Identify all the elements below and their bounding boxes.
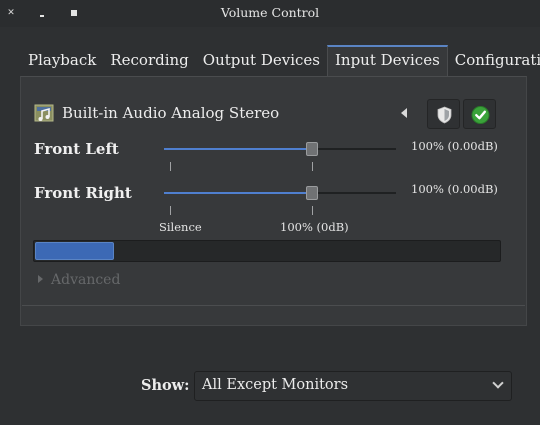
audio-card-icon [34,104,54,122]
show-filter-value: All Except Monitors [202,377,349,393]
set-default-button[interactable] [463,99,496,129]
base-volume-label: 100% (0dB) [280,220,349,234]
tab-recording[interactable]: Recording [103,45,195,76]
front-right-slider[interactable] [164,186,396,200]
title-bar: ✕ Volume Control [0,0,540,27]
advanced-expander[interactable]: Advanced [38,272,120,288]
tab-input-devices[interactable]: Input Devices [326,45,448,76]
show-filter-dropdown[interactable]: All Except Monitors [194,371,512,401]
device-name: Built-in Audio Analog Stereo [62,104,280,122]
channel-label-front-right: Front Right [34,184,132,202]
expander-arrow-icon [38,275,43,283]
silence-tick [170,206,171,215]
chevron-down-icon [492,377,504,389]
base-volume-tick [312,206,313,215]
port-menu-arrow-icon[interactable] [401,108,407,118]
silence-tick [170,162,171,171]
lock-channels-button[interactable] [427,99,460,129]
front-left-volume-text: 100% (0.00dB) [411,139,498,153]
slider-handle[interactable] [306,186,318,200]
peak-level-fill [35,242,114,260]
slider-handle[interactable] [306,142,318,156]
tab-bar: Playback Recording Output Devices Input … [21,45,540,76]
base-volume-tick [312,162,313,171]
front-right-volume-text: 100% (0.00dB) [411,182,498,196]
slider-fill [164,192,312,194]
show-label: Show: [141,377,190,394]
slider-fill [164,148,312,150]
check-icon [471,106,490,124]
window-title: Volume Control [220,5,320,20]
shield-icon [437,106,452,124]
separator [22,305,525,306]
channel-label-front-left: Front Left [34,140,119,158]
silence-label: Silence [159,220,202,234]
tab-playback[interactable]: Playback [21,45,103,76]
tab-configuration[interactable]: Configuration [448,45,540,76]
peak-level-meter [33,240,501,262]
front-left-slider[interactable] [164,142,396,156]
tab-output-devices[interactable]: Output Devices [196,45,327,76]
advanced-label: Advanced [51,272,121,288]
